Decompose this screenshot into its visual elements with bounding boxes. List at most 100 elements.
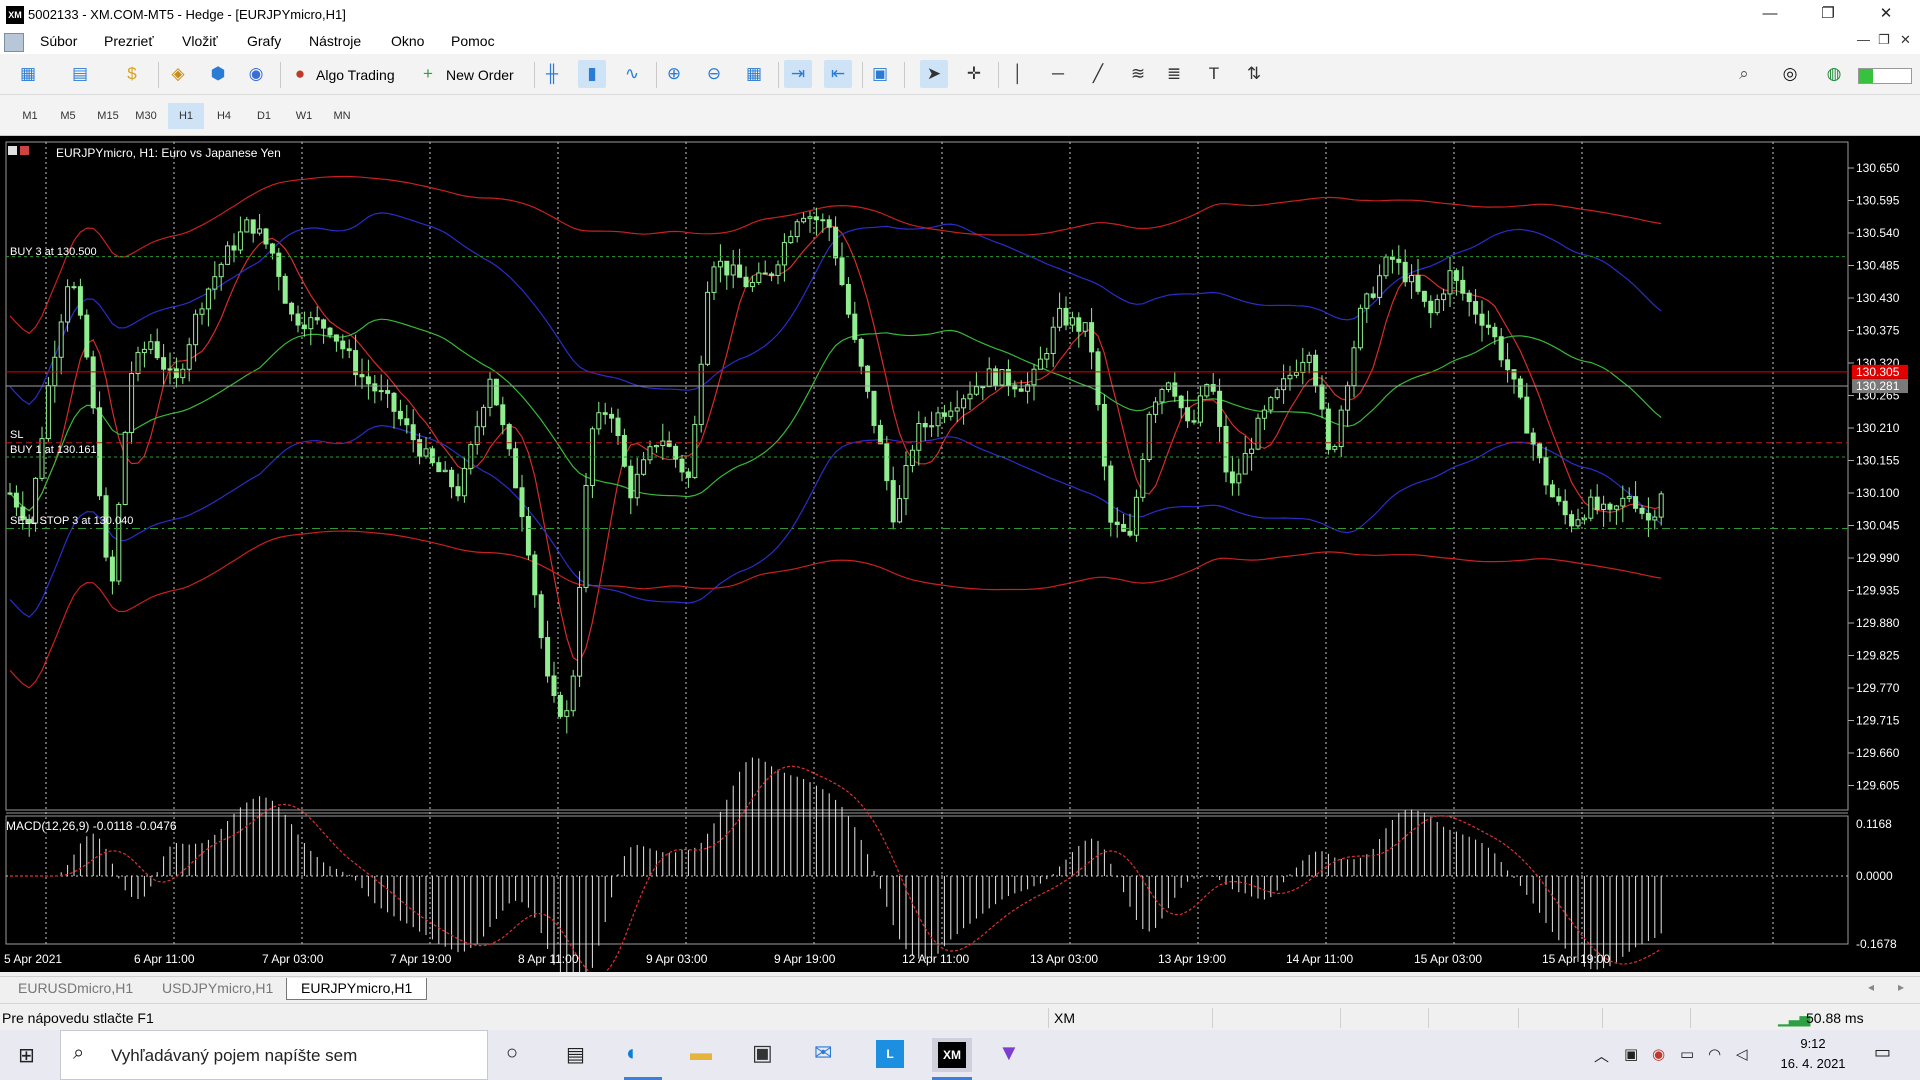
status-divider <box>1212 1008 1213 1028</box>
search-icon[interactable]: ⌕ <box>1730 60 1758 88</box>
new-order-icon[interactable]: + <box>414 60 442 88</box>
restore-button[interactable]: ❐ <box>1800 0 1856 30</box>
candle-body <box>449 469 455 488</box>
bar-chart-icon[interactable]: ╫ <box>538 60 566 88</box>
menu-charts[interactable]: Grafy <box>247 33 281 49</box>
tf-m1[interactable]: M1 <box>12 103 48 129</box>
close-button[interactable]: ✕ <box>1858 0 1914 30</box>
chart-area[interactable]: 130.650 130.595 130.540 130.485 130.430 130.3… <box>0 136 1920 999</box>
tf-d1[interactable]: D1 <box>246 103 282 129</box>
tf-mn[interactable]: MN <box>324 103 360 129</box>
candle-body <box>45 385 51 440</box>
tray-meet-icon[interactable]: ▣ <box>1624 1045 1638 1063</box>
menu-view[interactable]: Prezrieť <box>104 33 154 49</box>
tab-usdjpy[interactable]: USDJPYmicro,H1 <box>148 978 287 999</box>
candle-body <box>1338 409 1344 447</box>
profiles-icon[interactable]: ▤ <box>66 60 94 88</box>
app-l-icon[interactable]: L <box>876 1040 904 1068</box>
horizontal-line-icon[interactable]: ─ <box>1044 60 1072 88</box>
mdi-restore-button[interactable]: ❐ <box>1878 32 1890 48</box>
windows-taskbar: ⊞ ⌕ Vyhľadávaný pojem napíšte sem ○ ▤ ◐ … <box>0 1030 1920 1080</box>
market-watch-icon[interactable]: $ <box>118 60 146 88</box>
vertical-line-icon[interactable]: │ <box>1004 60 1032 88</box>
search-icon: ⌕ <box>73 1042 85 1064</box>
task-view-icon[interactable]: ▤ <box>566 1042 585 1067</box>
autoscroll-icon[interactable]: ⇥ <box>784 60 812 88</box>
tf-m5[interactable]: M5 <box>50 103 86 129</box>
menu-tools[interactable]: Nástroje <box>309 33 361 49</box>
new-order-button[interactable]: New Order <box>446 67 514 83</box>
account-icon[interactable]: ◎ <box>1776 60 1804 88</box>
store-icon[interactable]: ▣ <box>752 1040 773 1066</box>
tf-h4[interactable]: H4 <box>206 103 242 129</box>
tf-m30[interactable]: M30 <box>128 103 164 129</box>
candle-body <box>461 467 467 497</box>
new-chart-icon[interactable]: ▦ <box>14 60 42 88</box>
edge-icon[interactable]: ◐ <box>626 1040 639 1066</box>
text-tool-icon[interactable]: T <box>1200 60 1228 88</box>
mdi-close-button[interactable]: ✕ <box>1900 32 1911 48</box>
minimize-button[interactable]: — <box>1742 0 1798 30</box>
candlestick-icon[interactable]: ▮ <box>578 60 606 88</box>
tray-security-icon[interactable]: ◉ <box>1652 1045 1665 1063</box>
menu-insert[interactable]: Vložiť <box>182 33 218 49</box>
tray-chevron-icon[interactable]: ︿ <box>1594 1045 1609 1066</box>
taskbar-search[interactable]: ⌕ Vyhľadávaný pojem napíšte sem <box>60 1030 488 1080</box>
level-icon[interactable]: ◍ <box>1820 60 1848 88</box>
tf-h1[interactable]: H1 <box>168 103 204 129</box>
crosshair-icon[interactable]: ✛ <box>960 60 988 88</box>
wifi-icon[interactable]: ◠ <box>1708 1045 1721 1063</box>
clock-time[interactable]: 9:12 <box>1778 1036 1848 1051</box>
notifications-icon[interactable]: ▭ <box>1874 1042 1891 1063</box>
connection-meter <box>1858 68 1912 84</box>
tab-scroll-left-icon[interactable]: ◂ <box>1868 980 1874 994</box>
start-windows-icon[interactable]: ⊞ <box>18 1043 35 1068</box>
candle-body <box>180 368 186 379</box>
algo-trading-button[interactable]: Algo Trading <box>316 67 395 83</box>
trendline-icon[interactable]: ╱ <box>1084 60 1112 88</box>
menu-window[interactable]: Okno <box>391 33 424 49</box>
fibonacci-icon[interactable]: ≋ <box>1124 60 1152 88</box>
price-label: 130.100 <box>1856 486 1900 500</box>
tile-windows-icon[interactable]: ▦ <box>740 60 768 88</box>
app-triangle-icon[interactable]: ▼ <box>998 1040 1020 1066</box>
tab-eurjpy[interactable]: EURJPYmicro,H1 <box>286 978 428 1000</box>
cortana-icon[interactable]: ○ <box>506 1042 518 1065</box>
zoom-out-icon[interactable]: ⊖ <box>700 60 728 88</box>
battery-icon[interactable]: ▭ <box>1680 1045 1694 1063</box>
candle-body <box>1485 324 1491 328</box>
file-explorer-icon[interactable]: ▬ <box>690 1040 712 1066</box>
tf-w1[interactable]: W1 <box>286 103 322 129</box>
candle-body <box>90 356 96 409</box>
candle-body <box>1537 443 1543 459</box>
menu-help[interactable]: Pomoc <box>451 33 495 49</box>
clock-date[interactable]: 16. 4. 2021 <box>1770 1056 1856 1071</box>
signals-icon[interactable]: ◉ <box>242 60 270 88</box>
zoom-in-icon[interactable]: ⊕ <box>660 60 688 88</box>
mail-icon[interactable]: ✉ <box>814 1040 832 1066</box>
candle-body <box>890 480 896 523</box>
algo-trading-icon[interactable]: ● <box>286 60 314 88</box>
tf-m15[interactable]: M15 <box>90 103 126 129</box>
chart-shift-icon[interactable]: ⇤ <box>824 60 852 88</box>
cursor-icon[interactable]: ➤ <box>920 60 948 88</box>
candle-body <box>570 675 576 712</box>
tab-scroll-right-icon[interactable]: ▸ <box>1898 980 1904 994</box>
price-label: 129.770 <box>1856 681 1900 695</box>
mt5-taskbar-button[interactable]: XM <box>932 1038 972 1072</box>
volume-icon[interactable]: ◁ <box>1736 1045 1748 1063</box>
tester-icon[interactable]: ◈ <box>164 60 192 88</box>
candle-body <box>340 340 346 350</box>
price-chart[interactable]: 130.650 130.595 130.540 130.485 130.430 130.3… <box>0 136 1920 999</box>
arrows-icon[interactable]: ⇅ <box>1240 60 1268 88</box>
candle-body <box>1588 496 1594 519</box>
chart-window-icon[interactable] <box>4 33 24 52</box>
mdi-minimize-button[interactable]: — <box>1857 32 1870 47</box>
line-chart-icon[interactable]: ∿ <box>618 60 646 88</box>
menu-file[interactable]: Súbor <box>40 33 77 49</box>
candle-body <box>1293 372 1299 376</box>
metaeditor-icon[interactable]: ⬢ <box>204 60 232 88</box>
channel-icon[interactable]: ≣ <box>1160 60 1188 88</box>
tab-eurusd[interactable]: EURUSDmicro,H1 <box>4 978 147 999</box>
templates-icon[interactable]: ▣ <box>866 60 894 88</box>
